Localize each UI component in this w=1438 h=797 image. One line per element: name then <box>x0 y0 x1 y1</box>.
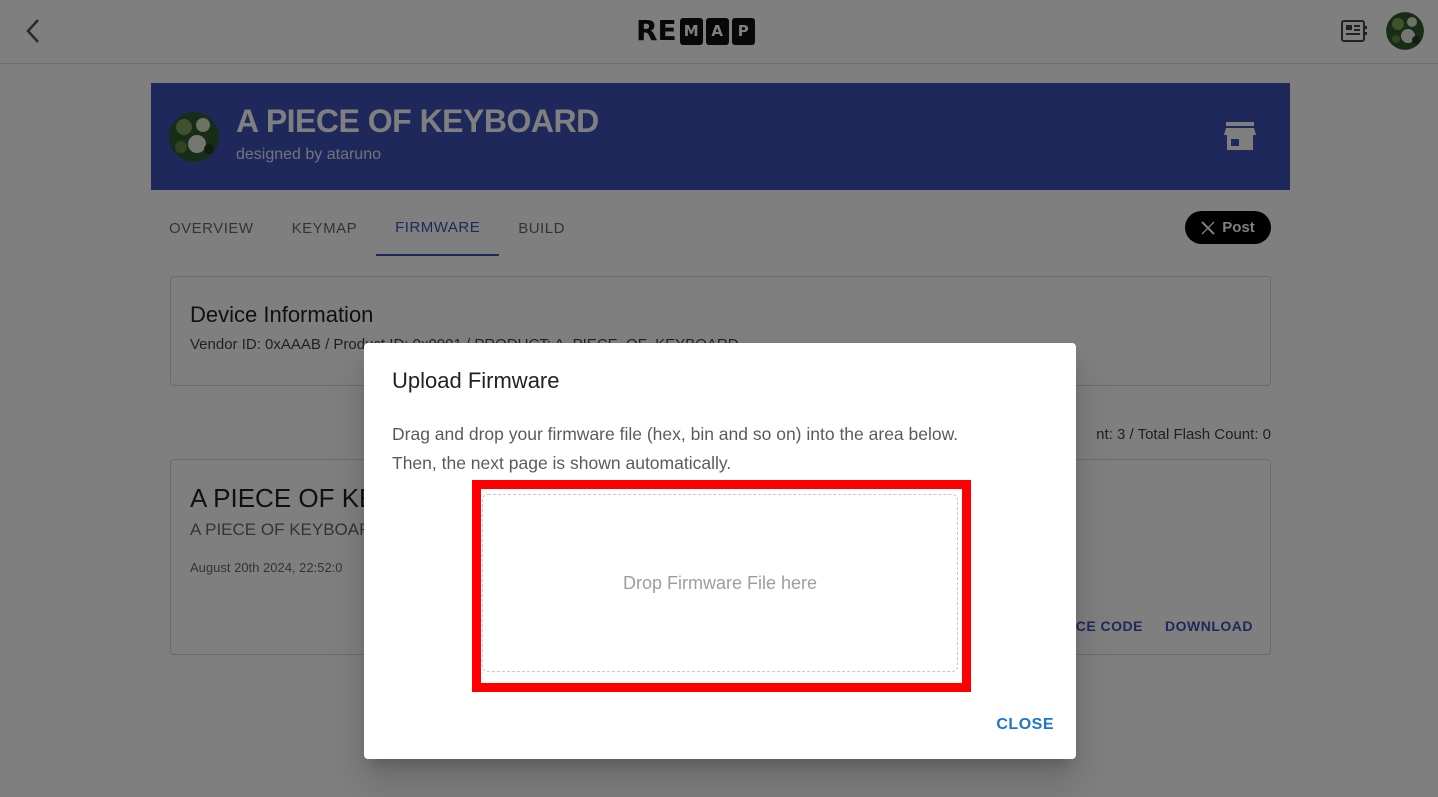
dialog-description-line: Then, the next page is shown automatical… <box>392 453 732 473</box>
upload-firmware-dialog: Upload Firmware Drag and drop your firmw… <box>364 343 1076 759</box>
dialog-description: Drag and drop your firmware file (hex, b… <box>392 420 1052 478</box>
dialog-description-line: Drag and drop your firmware file (hex, b… <box>392 424 959 444</box>
firmware-dropzone[interactable]: Drop Firmware File here <box>482 494 958 672</box>
close-button[interactable]: CLOSE <box>996 716 1054 734</box>
dialog-title: Upload Firmware <box>392 368 560 393</box>
dropzone-label: Drop Firmware File here <box>622 572 818 593</box>
